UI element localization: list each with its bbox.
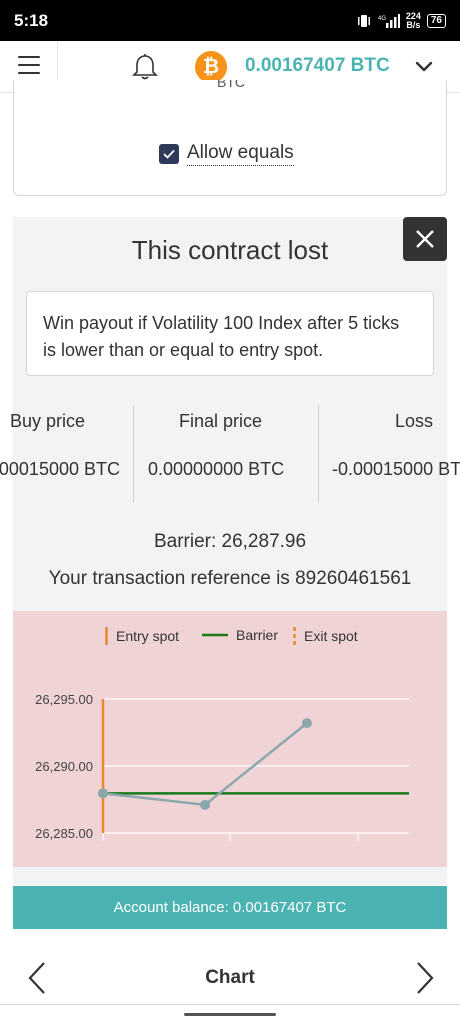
- header-balance[interactable]: 0.00167407 BTC: [245, 55, 390, 77]
- bottom-border: [0, 1004, 460, 1005]
- loss-column: Loss -0.00015000 BTC: [319, 405, 460, 503]
- status-time: 5:18: [14, 10, 49, 30]
- price-point: [98, 788, 108, 799]
- close-button[interactable]: [403, 217, 447, 261]
- bitcoin-icon[interactable]: ₿: [195, 51, 227, 83]
- final-price-label: Final price: [179, 411, 263, 431]
- bell-icon[interactable]: [132, 53, 158, 81]
- buy-price-column: Buy price 0.00015000 BTC: [0, 405, 133, 503]
- loss-label: Loss: [395, 411, 434, 431]
- chevron-down-icon[interactable]: [414, 57, 434, 77]
- y-tick-label: 26,285.00: [35, 826, 93, 841]
- contract-result-title: This contract lost: [131, 235, 329, 265]
- allow-equals-checkbox[interactable]: [159, 144, 179, 164]
- network-type-text: 4G: [378, 16, 386, 22]
- check-icon: [163, 149, 175, 159]
- tick-chart: Entry spot Barrier Exit spot 26,295.00 26…: [13, 611, 447, 867]
- contract-params-card: BTC Allow equals: [13, 80, 447, 196]
- status-bar: 5:18 4G 224 B/s 76: [0, 0, 460, 41]
- y-tick-label: 26,295.00: [35, 692, 93, 707]
- hamburger-menu-icon[interactable]: [18, 56, 40, 76]
- bottom-navigation: Chart: [0, 950, 460, 1006]
- price-summary: Buy price 0.00015000 BTC Final price 0.0…: [0, 405, 460, 505]
- home-indicator[interactable]: [184, 1013, 276, 1016]
- loss-value: -0.00015000 BTC: [332, 459, 460, 479]
- network-speed: 224 B/s: [406, 11, 421, 30]
- close-icon: [416, 230, 434, 248]
- barrier-text: Barrier: 26,287.96: [153, 531, 307, 552]
- tick-chart-plot: 26,295.00 26,290.00 26,285.00: [35, 692, 409, 841]
- final-price-column: Final price 0.00000000 BTC: [134, 405, 318, 503]
- account-balance-bar[interactable]: Account balance: 0.00167407 BTC: [13, 886, 447, 929]
- final-price-value: 0.00000000 BTC: [148, 459, 285, 479]
- app-root: 5:18 4G 224 B/s 76 ₿ 0.00167407 BTC BTC …: [0, 0, 460, 1024]
- status-icons: 4G 224 B/s 76: [356, 11, 446, 30]
- contract-result-panel: This contract lost Win payout if Volatil…: [0, 217, 460, 885]
- price-point: [302, 718, 312, 729]
- contract-description: Win payout if Volatility 100 Index after…: [26, 291, 434, 376]
- battery-icon: 76: [426, 13, 446, 28]
- bottom-nav-title: Chart: [205, 967, 255, 988]
- buy-price-value: 0.00015000 BTC: [0, 459, 120, 479]
- currency-stub-text: BTC: [217, 80, 245, 90]
- buy-price-label: Buy price: [9, 411, 85, 431]
- y-tick-label: 26,290.00: [35, 759, 93, 774]
- allow-equals-row[interactable]: Allow equals: [159, 142, 294, 166]
- chevron-right-icon[interactable]: [408, 960, 438, 996]
- network-speed-unit: B/s: [406, 19, 421, 30]
- transaction-reference: Your transaction reference is 8926046156…: [48, 568, 412, 589]
- allow-equals-label[interactable]: Allow equals: [187, 142, 294, 166]
- signal-icon: 4G: [378, 13, 400, 28]
- vibrate-icon: [357, 14, 370, 27]
- price-point: [200, 799, 210, 810]
